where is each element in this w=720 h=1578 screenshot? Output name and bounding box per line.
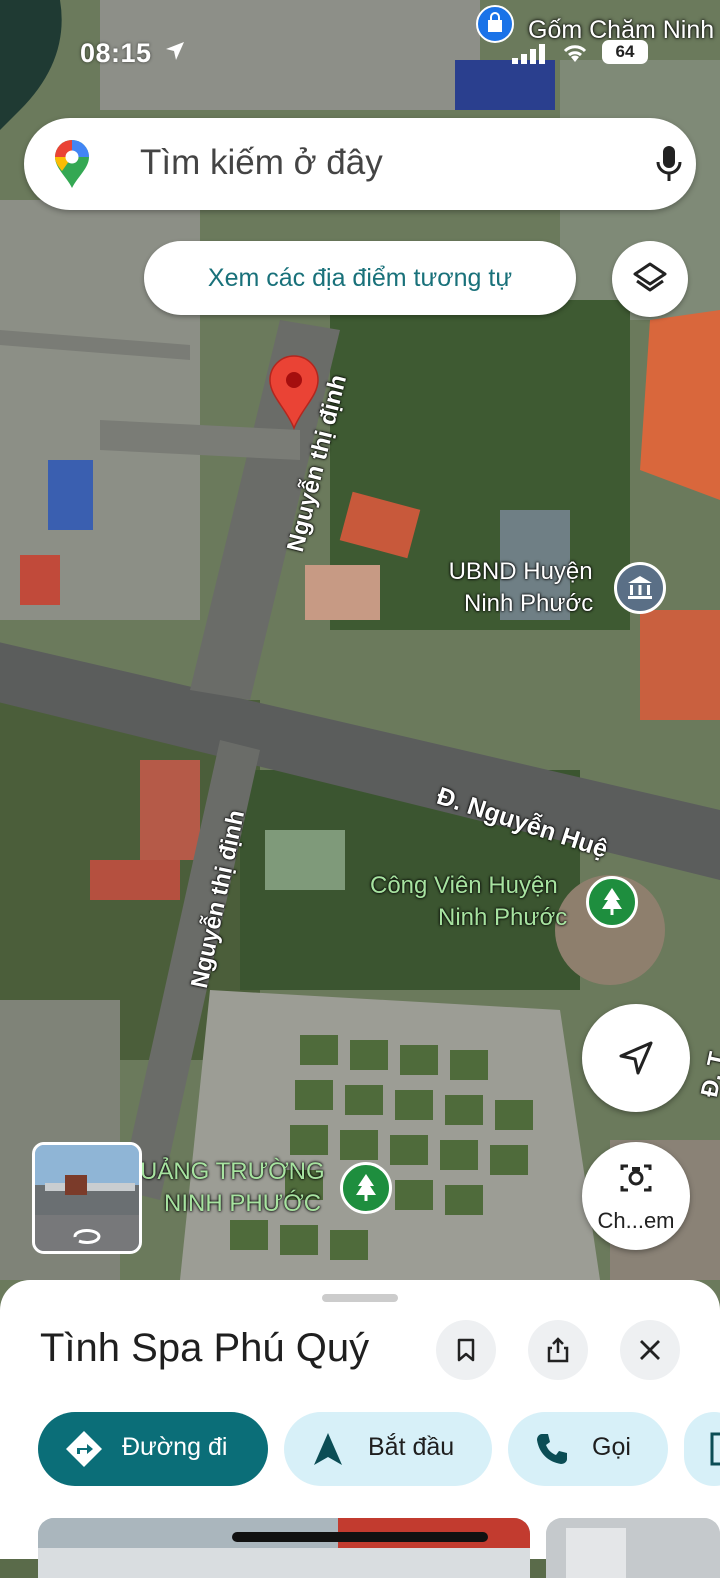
lens-label: Ch...em: [597, 1208, 675, 1233]
place-photo-1[interactable]: [38, 1518, 530, 1578]
sheet-drag-handle[interactable]: [322, 1294, 398, 1302]
street-view-thumbnail[interactable]: [32, 1142, 142, 1254]
poi-label-cong-vien-line1: Công Viên Huyện: [370, 872, 558, 899]
microphone-icon[interactable]: [654, 144, 684, 184]
directions-icon: [66, 1431, 102, 1467]
government-building-icon[interactable]: [614, 562, 666, 614]
battery-indicator: 64: [602, 40, 648, 64]
my-location-button[interactable]: [582, 1004, 690, 1112]
street-view-image: [35, 1145, 139, 1251]
share-button[interactable]: [528, 1320, 588, 1380]
poi-label-quang-truong-line1: UẢNG TRƯỜNG: [140, 1158, 325, 1185]
poi-label-cong-vien-line2: Ninh Phước: [438, 904, 568, 931]
search-bar[interactable]: Tìm kiếm ở đây: [24, 118, 696, 210]
directions-label: Đường đi: [122, 1433, 228, 1461]
plaza-tree-icon[interactable]: [340, 1162, 392, 1214]
place-photo-1-image: [38, 1518, 530, 1578]
park-tree-icon[interactable]: [586, 876, 638, 928]
bookmark-icon: [457, 1338, 475, 1362]
poi-label-quang-truong[interactable]: UẢNG TRƯỜNG NINH PHƯỚC: [140, 1156, 325, 1220]
place-title: Tình Spa Phú Quý: [40, 1326, 370, 1370]
navigation-start-icon: [314, 1433, 342, 1465]
website-icon: [710, 1432, 720, 1466]
layers-icon: [633, 262, 667, 292]
poi-label-ubnd[interactable]: UBND Huyện Ninh Phước: [448, 556, 594, 620]
navigation-arrow-icon: [619, 1041, 653, 1075]
lens-button[interactable]: Ch...em: [582, 1142, 690, 1250]
location-arrow-icon: [166, 42, 184, 60]
close-icon: [640, 1340, 660, 1360]
google-maps-logo-icon: [55, 140, 89, 188]
phone-icon: [537, 1434, 567, 1464]
close-button[interactable]: [620, 1320, 680, 1380]
place-photo-2-image: [546, 1518, 720, 1578]
start-button[interactable]: Bắt đầu: [284, 1412, 492, 1486]
home-indicator[interactable]: [232, 1532, 488, 1542]
call-label: Gọi: [592, 1433, 631, 1461]
status-time: 08:15: [80, 38, 152, 68]
call-button[interactable]: Gọi: [508, 1412, 668, 1486]
poi-label-ubnd-line2: Ninh Phước: [464, 590, 594, 617]
poi-label-quang-truong-line2: NINH PHƯỚC: [164, 1190, 322, 1217]
more-action-button[interactable]: [684, 1412, 720, 1486]
save-button[interactable]: [436, 1320, 496, 1380]
poi-label-cong-vien[interactable]: Công Viên Huyện Ninh Phước: [370, 870, 567, 934]
place-photo-2[interactable]: [546, 1518, 720, 1578]
wifi-icon: [563, 45, 587, 62]
poi-label-ubnd-line1: UBND Huyện: [448, 558, 593, 585]
similar-places-button[interactable]: Xem các địa điểm tương tự: [144, 241, 576, 315]
start-label: Bắt đầu: [368, 1433, 455, 1461]
directions-button[interactable]: Đường đi: [38, 1412, 268, 1486]
place-bottom-sheet[interactable]: Tình Spa Phú Quý Đường đi Bắt đầu Gọi: [0, 1280, 720, 1578]
camera-lens-icon: [620, 1164, 652, 1192]
selected-place-pin-icon[interactable]: [268, 354, 320, 430]
share-icon: [547, 1337, 569, 1363]
search-input[interactable]: Tìm kiếm ở đây: [140, 143, 383, 183]
layers-button[interactable]: [612, 241, 688, 317]
cellular-signal-icon: [512, 44, 545, 64]
status-bar: 08:15 64: [0, 28, 720, 78]
